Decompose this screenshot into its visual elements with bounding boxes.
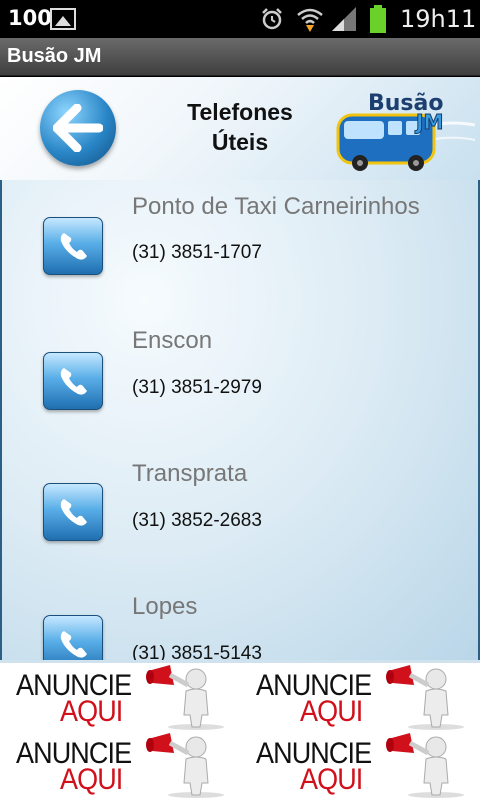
megaphone-person-icon [386, 665, 464, 730]
ad-banner[interactable]: ANUNCIE AQUI [240, 731, 480, 799]
wifi-icon [297, 8, 323, 32]
phone-icon [60, 499, 87, 526]
list-item[interactable]: Ponto de Taxi Carneirinhos (31) 3851-170… [2, 180, 478, 313]
list-item[interactable]: Transprata (31) 3852-2683 [2, 446, 478, 579]
phone-icon [60, 368, 87, 395]
ad-banner-area: ANUNCIE AQUI ANUNCIE AQUI ANUNCIE AQUI A… [0, 660, 480, 800]
contact-phone[interactable]: (31) 3851-2979 [132, 377, 262, 399]
list-item[interactable]: Lopes (31) 3851-5143 [2, 579, 478, 660]
clock: 19h11 [400, 5, 477, 33]
phone-icon [60, 631, 87, 658]
call-button[interactable] [43, 217, 103, 275]
contact-phone[interactable]: (31) 3851-5143 [132, 643, 262, 660]
ad-banner[interactable]: ANUNCIE AQUI [0, 731, 240, 799]
signal-icon [332, 7, 356, 31]
app-title-bar: Busão JM [0, 38, 480, 76]
phone-icon [60, 233, 87, 260]
back-button[interactable] [40, 90, 116, 166]
busao-jm-logo: Busão JM [336, 91, 475, 171]
contact-name: Transprata [132, 460, 248, 487]
call-button[interactable] [43, 352, 103, 410]
logo-text-2: JM [414, 110, 443, 134]
ad-banner[interactable]: ANUNCIE AQUI [240, 663, 480, 731]
battery-icon [370, 5, 386, 33]
page-header: Telefones Úteis Busão JM [0, 77, 480, 180]
megaphone-person-icon [146, 733, 224, 798]
contact-name: Enscon [132, 327, 213, 354]
status-bar: 100 19h11 [0, 0, 480, 38]
ad-text-line2: AQUI [60, 695, 123, 728]
contact-name: Lopes [132, 593, 198, 620]
call-button[interactable] [43, 615, 103, 660]
page-title: Telefones Úteis [160, 97, 320, 157]
ad-text-line2: AQUI [60, 763, 123, 796]
megaphone-person-icon [386, 733, 464, 798]
contact-phone[interactable]: (31) 3851-1707 [132, 242, 262, 264]
call-button[interactable] [43, 483, 103, 541]
contact-phone[interactable]: (31) 3852-2683 [132, 510, 262, 532]
list-item[interactable]: Enscon (31) 3851-2979 [2, 313, 478, 446]
battery-percentage: 100 [8, 6, 52, 30]
megaphone-person-icon [146, 665, 224, 730]
ad-banner[interactable]: ANUNCIE AQUI [0, 663, 240, 731]
page-title-line2: Úteis [211, 129, 269, 155]
app-title: Busão JM [7, 45, 102, 67]
contact-list[interactable]: Ponto de Taxi Carneirinhos (31) 3851-170… [0, 180, 480, 660]
ad-text-line2: AQUI [300, 695, 363, 728]
page-title-line1: Telefones [187, 99, 293, 125]
contact-name: Ponto de Taxi Carneirinhos [132, 193, 420, 220]
ad-text-line2: AQUI [300, 763, 363, 796]
alarm-icon [262, 8, 282, 30]
gallery-icon [50, 8, 76, 30]
arrow-left-icon [53, 104, 103, 152]
